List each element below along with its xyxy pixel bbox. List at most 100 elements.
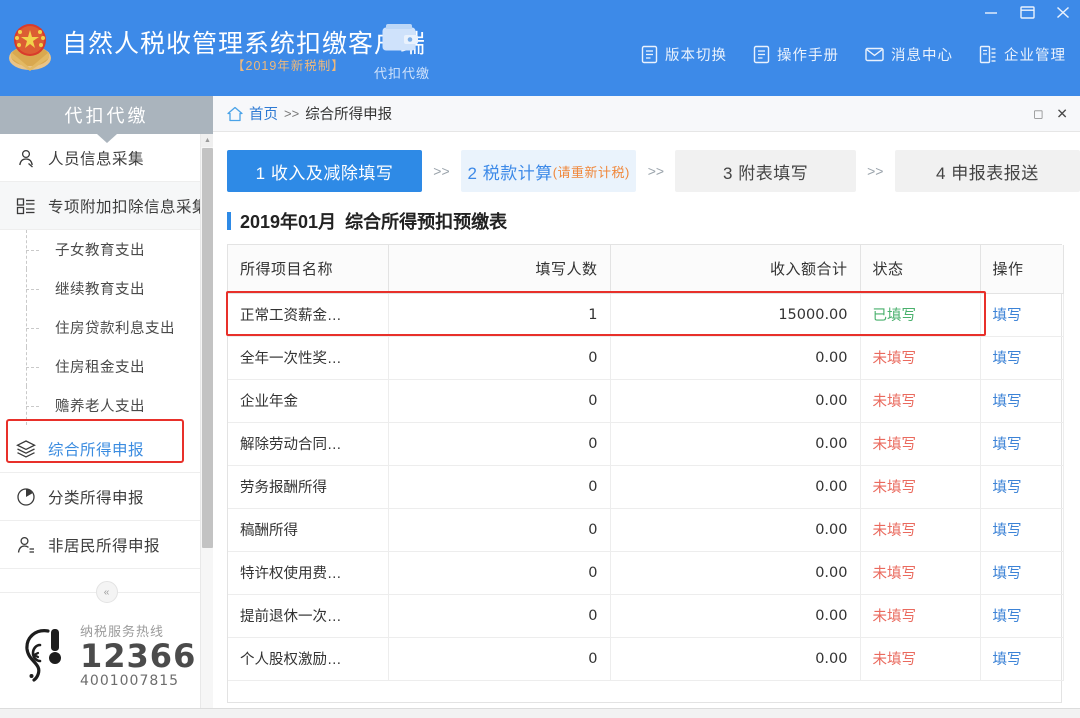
wallet-label: 代扣代缴 bbox=[372, 63, 432, 82]
step-arrow: >> bbox=[856, 163, 895, 179]
status-text: 未填写 bbox=[873, 609, 917, 625]
national-emblem-icon bbox=[6, 18, 54, 72]
top-menu-item-enterprise-management[interactable]: 企业管理 bbox=[979, 44, 1066, 65]
column-header-item-name: 所得项目名称 bbox=[228, 245, 388, 293]
mail-icon bbox=[865, 47, 884, 62]
sidebar-subitem-housing-rent[interactable]: 住房租金支出 bbox=[0, 347, 213, 386]
cell-action: 填写 bbox=[980, 422, 1063, 465]
list-icon bbox=[16, 196, 36, 216]
sidebar-collapse-button[interactable]: « bbox=[96, 581, 118, 603]
cell-action: 填写 bbox=[980, 637, 1063, 680]
table-row[interactable]: 正常工资薪金… 1 15000.00 已填写 填写 bbox=[228, 293, 1063, 336]
table-row[interactable]: 解除劳动合同… 0 0.00 未填写 填写 bbox=[228, 422, 1063, 465]
step-tab-submit[interactable]: 4 申报表报送 bbox=[895, 150, 1080, 192]
fill-link[interactable]: 填写 bbox=[993, 437, 1022, 453]
cell-item-name[interactable]: 企业年金 bbox=[228, 379, 388, 422]
fill-link[interactable]: 填写 bbox=[993, 609, 1022, 625]
fill-link[interactable]: 填写 bbox=[993, 351, 1022, 367]
top-menu-item-message-center[interactable]: 消息中心 bbox=[865, 44, 953, 65]
scrollbar-thumb[interactable] bbox=[202, 148, 213, 548]
cell-item-name[interactable]: 解除劳动合同… bbox=[228, 422, 388, 465]
cell-total-income: 0.00 bbox=[610, 336, 860, 379]
sidebar-subitem-child-education[interactable]: 子女教育支出 bbox=[0, 230, 213, 269]
sidebar-subitem-elderly-support[interactable]: 赡养老人支出 bbox=[0, 386, 213, 425]
cell-total-income: 0.00 bbox=[610, 637, 860, 680]
sidebar-item-personnel-info[interactable]: 人员信息采集 bbox=[0, 134, 213, 182]
table-row[interactable]: 个人股权激励… 0 0.00 未填写 填写 bbox=[228, 637, 1063, 680]
sidebar-item-classified-income-declaration[interactable]: 分类所得申报 bbox=[0, 473, 213, 521]
cell-item-name[interactable]: 劳务报酬所得 bbox=[228, 465, 388, 508]
sidebar-subitem-label: 赡养老人支出 bbox=[55, 395, 145, 416]
cell-action: 填写 bbox=[980, 336, 1063, 379]
top-menu-item-version-switch[interactable]: 版本切换 bbox=[641, 44, 727, 65]
column-header-total-income: 收入额合计 bbox=[610, 245, 860, 293]
sidebar-item-label: 人员信息采集 bbox=[48, 147, 144, 169]
cell-total-income: 15000.00 bbox=[610, 293, 860, 336]
status-badge: 未填写 bbox=[860, 379, 980, 422]
step-tab-attachment[interactable]: 3 附表填写 bbox=[675, 150, 855, 192]
cell-person-count: 0 bbox=[388, 637, 610, 680]
step-tab-income-deduction[interactable]: 1 收入及减除填写 bbox=[227, 150, 422, 192]
user-check-icon bbox=[16, 535, 36, 555]
cell-item-name[interactable]: 个人股权激励… bbox=[228, 637, 388, 680]
fill-link[interactable]: 填写 bbox=[993, 394, 1022, 410]
cell-item-name[interactable]: 稿酬所得 bbox=[228, 508, 388, 551]
maximize-button[interactable] bbox=[1016, 2, 1038, 22]
application-window: 自然人税收管理系统扣缴客户端 【2019年新税制】 代扣代缴 版本切换 bbox=[0, 0, 1080, 718]
title-period: 2019年01月 bbox=[240, 208, 336, 234]
fill-link[interactable]: 填写 bbox=[993, 480, 1022, 496]
fill-link[interactable]: 填写 bbox=[993, 566, 1022, 582]
restore-icon[interactable]: □ bbox=[1034, 106, 1042, 121]
chevron-down-icon[interactable]: ⌄ bbox=[183, 199, 193, 212]
fill-link[interactable]: 填写 bbox=[993, 308, 1022, 324]
top-menu-label: 消息中心 bbox=[891, 44, 953, 65]
close-button[interactable] bbox=[1052, 2, 1074, 22]
table-row[interactable]: 特许权使用费… 0 0.00 未填写 填写 bbox=[228, 551, 1063, 594]
minimize-button[interactable] bbox=[980, 2, 1002, 22]
cell-action: 填写 bbox=[980, 293, 1063, 336]
sidebar-subitem-label: 继续教育支出 bbox=[55, 278, 145, 299]
sidebar-subitem-continuing-education[interactable]: 继续教育支出 bbox=[0, 269, 213, 308]
sidebar-scrollbar[interactable]: ▲ bbox=[200, 134, 213, 718]
step-recalc-note: (请重新计税) bbox=[553, 162, 630, 181]
status-text: 未填写 bbox=[873, 480, 917, 496]
sidebar-item-label: 分类所得申报 bbox=[48, 486, 144, 508]
sidebar-item-comprehensive-income-declaration[interactable]: 综合所得申报 bbox=[0, 425, 213, 473]
cell-person-count: 0 bbox=[388, 379, 610, 422]
cell-item-name[interactable]: 全年一次性奖… bbox=[228, 336, 388, 379]
cell-item-name[interactable]: 特许权使用费… bbox=[228, 551, 388, 594]
scrollbar-up-arrow[interactable]: ▲ bbox=[201, 134, 213, 147]
home-icon bbox=[227, 106, 243, 122]
table-row[interactable]: 劳务报酬所得 0 0.00 未填写 填写 bbox=[228, 465, 1063, 508]
table-row[interactable]: 稿酬所得 0 0.00 未填写 填写 bbox=[228, 508, 1063, 551]
fill-link[interactable]: 填写 bbox=[993, 652, 1022, 668]
sidebar-subitem-housing-loan-interest[interactable]: 住房贷款利息支出 bbox=[0, 308, 213, 347]
sidebar: 代扣代缴 人员信息采集 专项附加扣除信息 bbox=[0, 96, 213, 718]
pie-chart-icon bbox=[16, 487, 36, 507]
cell-total-income: 0.00 bbox=[610, 508, 860, 551]
sidebar-item-nonresident-income-declaration[interactable]: 非居民所得申报 bbox=[0, 521, 213, 569]
breadcrumb-home[interactable]: 首页 bbox=[249, 103, 278, 124]
cell-total-income: 0.00 bbox=[610, 422, 860, 465]
hotline-text: 纳税服务热线 12366 4001007815 bbox=[80, 625, 196, 688]
step-tab-tax-calculation[interactable]: 2 税款计算 (请重新计税) bbox=[461, 150, 636, 192]
status-badge: 未填写 bbox=[860, 465, 980, 508]
cell-person-count: 0 bbox=[388, 422, 610, 465]
fill-link[interactable]: 填写 bbox=[993, 523, 1022, 539]
cell-total-income: 0.00 bbox=[610, 465, 860, 508]
top-menu-label: 操作手册 bbox=[777, 44, 839, 65]
table-row[interactable]: 提前退休一次… 0 0.00 未填写 填写 bbox=[228, 594, 1063, 637]
status-badge: 未填写 bbox=[860, 637, 980, 680]
column-header-status: 状态 bbox=[860, 245, 980, 293]
close-icon[interactable]: ✕ bbox=[1056, 105, 1068, 122]
table-row[interactable]: 全年一次性奖… 0 0.00 未填写 填写 bbox=[228, 336, 1063, 379]
page-title: 2019年01月 综合所得预扣预缴表 bbox=[227, 208, 1080, 234]
cell-person-count: 1 bbox=[388, 293, 610, 336]
table-row[interactable]: 企业年金 0 0.00 未填写 填写 bbox=[228, 379, 1063, 422]
sidebar-item-special-deduction-info[interactable]: 专项附加扣除信息采集 ⌄ bbox=[0, 182, 213, 230]
cell-item-name[interactable]: 提前退休一次… bbox=[228, 594, 388, 637]
wallet-module-button[interactable]: 代扣代缴 bbox=[372, 22, 432, 82]
top-menu-item-manual[interactable]: 操作手册 bbox=[753, 44, 839, 65]
cell-item-name[interactable]: 正常工资薪金… bbox=[228, 293, 388, 336]
step-label: 4 申报表报送 bbox=[936, 159, 1039, 184]
